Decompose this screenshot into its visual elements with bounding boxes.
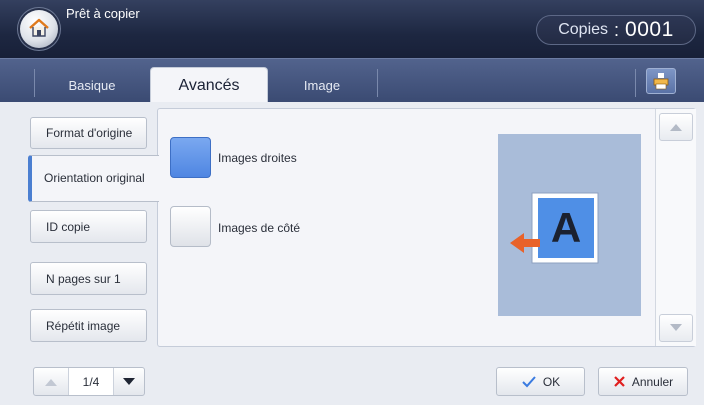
tab-divider	[377, 69, 378, 97]
sidebar-item-format-origine[interactable]: Format d'origine	[30, 117, 147, 149]
page-up-button[interactable]	[34, 368, 68, 395]
scroll-up-button[interactable]	[659, 113, 693, 141]
page-indicator: 1/4	[68, 368, 114, 395]
sidebar-item-orientation-original[interactable]: Orientation original	[28, 155, 159, 202]
option-images-droites-label: Images droites	[218, 151, 297, 165]
copies-label: Copies	[558, 21, 609, 38]
triangle-down-icon	[122, 377, 135, 385]
sidebar-item-n-pages-sur-1[interactable]: N pages sur 1	[30, 262, 147, 295]
page-navigator: 1/4	[33, 367, 145, 396]
ok-label: OK	[542, 374, 561, 389]
options-scrollbar[interactable]	[655, 109, 696, 346]
cancel-button[interactable]: Annuler	[598, 367, 688, 396]
tab-bar: Basique Avancés Image	[0, 58, 704, 104]
checkmark-icon	[522, 375, 536, 387]
copies-value: 0001	[625, 18, 674, 41]
orientation-preview: A	[498, 134, 641, 316]
home-icon	[29, 18, 49, 37]
printer-queue-icon	[653, 73, 669, 90]
option-images-droites-button[interactable]	[170, 137, 211, 178]
chevron-up-icon	[670, 124, 682, 131]
chevron-down-icon	[670, 324, 682, 331]
scroll-down-button[interactable]	[659, 314, 693, 342]
status-text: Prêt à copier	[66, 6, 140, 21]
job-queue-button[interactable]	[646, 68, 676, 94]
page-down-button[interactable]	[112, 368, 145, 395]
tab-basique[interactable]: Basique	[36, 67, 148, 103]
sidebar-item-repetit-image[interactable]: Répétit image	[30, 309, 147, 342]
copies-counter[interactable]: Copies : 0001	[536, 15, 696, 45]
sidebar-item-id-copie[interactable]: ID copie	[30, 210, 147, 243]
tab-divider	[34, 69, 35, 97]
preview-letter: A	[551, 204, 581, 251]
tab-divider	[635, 69, 636, 97]
close-icon	[614, 376, 625, 387]
triangle-up-icon	[45, 378, 57, 386]
copies-separator: :	[614, 19, 620, 40]
cancel-label: Annuler	[631, 374, 674, 389]
tab-avances[interactable]: Avancés	[150, 67, 268, 104]
orientation-preview-image: A	[510, 192, 599, 264]
tab-image[interactable]: Image	[268, 67, 376, 103]
ok-button[interactable]: OK	[496, 367, 585, 396]
option-images-de-cote-label: Images de côté	[218, 221, 301, 235]
option-images-de-cote-button[interactable]	[170, 206, 211, 247]
status-bar: Prêt à copier Copies : 0001	[0, 0, 704, 58]
home-button[interactable]	[20, 10, 58, 48]
